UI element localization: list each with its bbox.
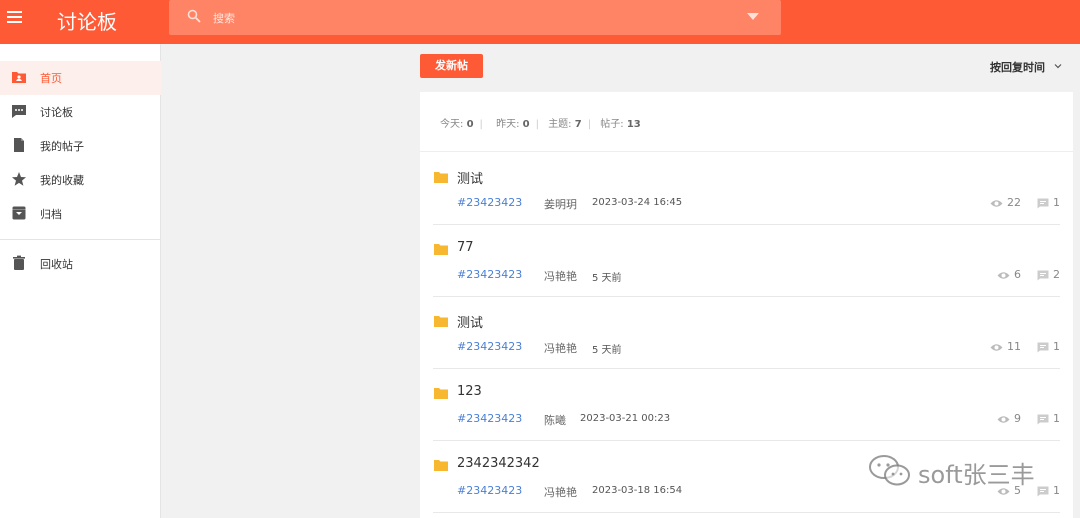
menu-icon[interactable] [6,8,26,28]
top-bar: 讨论板 [0,0,1080,44]
sidebar-item-label: 我的收藏 [40,174,84,187]
eye-icon [997,272,1010,279]
post-author: 冯艳艳 [544,486,577,499]
reply-count: 1 [1053,484,1060,497]
search-icon [187,9,201,23]
reply-count: 1 [1053,340,1060,353]
post-title[interactable]: 测试 [457,312,483,331]
stat-label: 今天: [440,119,464,130]
folder-icon [434,316,448,327]
eye-icon [997,416,1010,423]
sidebar: 首页 讨论板 我的帖子 我的收藏 归档 回收站 [0,44,161,518]
trash-icon [13,255,25,270]
stat-value: 0 [466,119,474,130]
post-title[interactable]: 2342342342 [457,456,540,471]
sidebar-item-home[interactable]: 首页 [0,61,161,95]
document-icon [14,138,24,152]
sidebar-item-forum[interactable]: 讨论板 [0,95,161,129]
folder-icon [434,244,448,255]
eye-icon [990,200,1003,207]
post-id-link[interactable]: #23423423 [457,412,522,425]
sidebar-item-label: 归档 [40,208,62,221]
eye-icon [990,344,1003,351]
post-author: 冯艳艳 [544,270,577,283]
sort-dropdown[interactable]: 按回复时间 [990,59,1045,75]
watermark-text: soft张三丰 [918,461,1035,489]
home-icon [12,72,26,83]
stat-separator: | [479,119,483,130]
post-time: 5 天前 [592,345,622,356]
post-id-link[interactable]: #23423423 [457,196,522,209]
archive-icon [12,206,26,220]
folder-icon [434,388,448,399]
reply-count: 1 [1053,412,1060,425]
stat-label: 昨天: [496,119,520,130]
post-id-link[interactable]: #23423423 [457,340,522,353]
sidebar-item-my-posts[interactable]: 我的帖子 [0,129,161,163]
sidebar-item-favorites[interactable]: 我的收藏 [0,163,161,197]
card-divider [420,151,1073,152]
stat-label: 主题: [548,119,572,130]
sidebar-item-archive[interactable]: 归档 [0,197,161,231]
sidebar-item-label: 我的帖子 [40,140,84,153]
post-list-item[interactable]: 测试 #23423423 姜明玥 2023-03-24 16:45 22 1 [433,153,1060,225]
post-list-item[interactable]: 123 #23423423 陈曦 2023-03-21 00:23 9 1 [433,369,1060,441]
reply-count: 1 [1053,196,1060,209]
sidebar-item-trash[interactable]: 回收站 [0,247,161,281]
view-count: 11 [1007,340,1021,353]
comment-icon [1037,270,1049,281]
view-count: 6 [1014,268,1021,281]
search-bar[interactable] [169,0,781,35]
chevron-down-icon[interactable] [1054,62,1062,70]
search-dropdown-icon[interactable] [744,10,762,24]
comment-icon [1037,414,1049,425]
post-time: 2023-03-21 00:23 [580,413,671,424]
view-count: 22 [1007,196,1021,209]
forum-stats: 今天: 0 | 昨天: 0 | 主题: 7 | 帖子: 13 [440,115,641,130]
watermark: soft张三丰 [868,452,1048,492]
post-title[interactable]: 77 [457,240,474,255]
comment-icon [1037,342,1049,353]
stat-value: 7 [574,119,582,130]
reply-count: 2 [1053,268,1060,281]
comment-icon [1037,198,1049,209]
folder-icon [434,460,448,471]
post-time: 2023-03-18 16:54 [592,485,683,496]
app-title: 讨论板 [57,10,117,34]
stat-separator: | [535,119,539,130]
forum-icon [12,105,26,118]
search-input[interactable] [213,9,713,27]
wechat-logo-icon [869,455,910,486]
new-post-button[interactable]: 发新帖 [420,54,483,78]
post-time: 5 天前 [592,273,622,284]
post-time: 2023-03-24 16:45 [592,197,683,208]
folder-icon [434,172,448,183]
post-author: 姜明玥 [544,198,577,211]
post-title[interactable]: 123 [457,384,482,399]
sidebar-item-label: 回收站 [40,258,73,271]
sidebar-divider [0,239,161,240]
post-list-item[interactable]: 测试 #23423423 冯艳艳 5 天前 11 1 [433,297,1060,369]
post-list-item[interactable]: 77 #23423423 冯艳艳 5 天前 6 2 [433,225,1060,297]
post-id-link[interactable]: #23423423 [457,484,522,497]
post-author: 冯艳艳 [544,342,577,355]
sidebar-item-label: 首页 [40,72,62,85]
star-icon [12,172,26,186]
sidebar-item-label: 讨论板 [40,106,73,119]
post-author: 陈曦 [544,414,566,427]
stat-value: 13 [626,119,641,130]
post-id-link[interactable]: #23423423 [457,268,522,281]
stat-value: 0 [522,119,530,130]
stat-label: 帖子: [600,119,624,130]
post-title[interactable]: 测试 [457,168,483,187]
stat-separator: | [587,119,592,130]
view-count: 9 [1014,412,1021,425]
